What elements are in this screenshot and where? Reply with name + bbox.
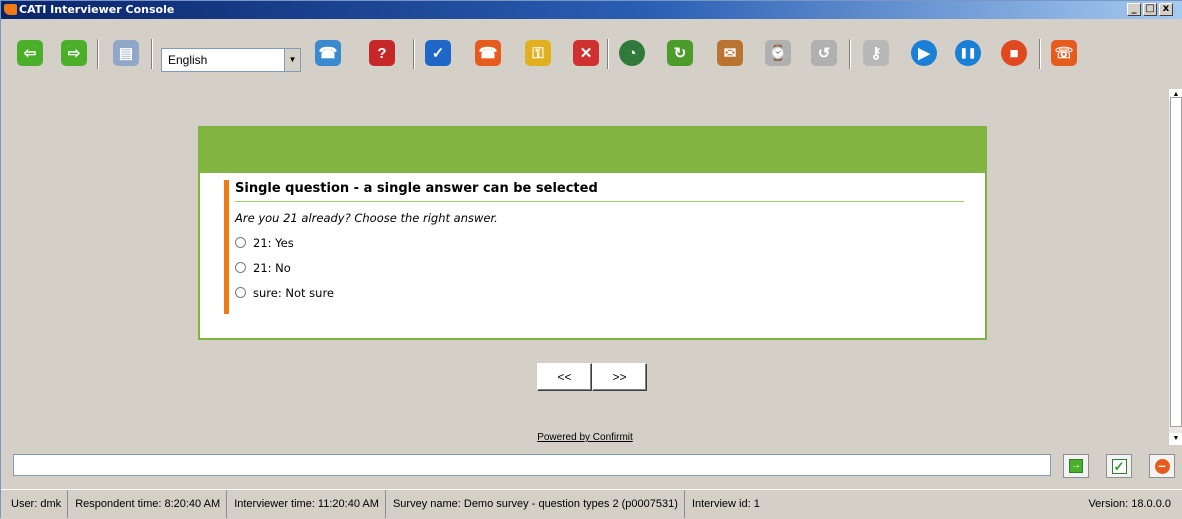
status-interview-id: Interview id: 1 [691,498,760,510]
close-button[interactable]: x [1159,3,1173,16]
option-label: sure: Not sure [253,285,334,300]
document-icon: ▤ [113,40,139,66]
restore-button[interactable]: □ [1143,3,1157,16]
toolbar-separator [151,39,153,69]
next-button[interactable]: >> [592,363,647,391]
language-value: English [168,53,208,67]
window-title: CATI Interviewer Console [19,3,175,16]
question-block: Single question - a single answer can be… [224,180,964,314]
help-skip-icon: ? [369,40,395,66]
pause-button[interactable]: ❚❚ [951,36,985,70]
play-icon: ▶ [911,40,937,66]
hangup-icon: ☎ [475,40,501,66]
spellcheck-button[interactable]: ✓ [421,36,455,70]
answer-option[interactable]: sure: Not sure [235,285,964,300]
language-select[interactable]: English ▼ [161,48,301,72]
question-title: Single question - a single answer can be… [235,181,964,202]
option-label: 21: No [253,260,291,275]
confirm-button[interactable]: ✓ [1106,454,1132,478]
status-interviewer-time: Interviewer time: 11:20:40 AM [234,490,386,518]
schedule-icon: ↻ [667,40,693,66]
stop-button[interactable]: ■ [997,36,1031,70]
scroll-down-icon[interactable]: ▼ [1169,433,1182,445]
app-window: CATI Interviewer Console _ □ x ⇦ ⇨ ▤ ☎? ✓ ☎ ⚿ ✕… [0,0,1182,519]
key-disabled-button[interactable]: ⚷ [859,36,893,70]
status-version: Version: 18.0.0.0 [1088,498,1171,510]
back-icon: ⇦ [17,40,43,66]
phone-settings-button[interactable]: ☏ [1047,36,1081,70]
app-logo-icon [4,4,17,15]
schedule-button[interactable]: ↻ [663,36,697,70]
minimize-button[interactable]: _ [1127,3,1141,16]
phone-settings-icon: ☏ [1051,40,1077,66]
document-button[interactable]: ▤ [109,36,143,70]
scroll-thumb[interactable] [1170,97,1182,427]
previous-button[interactable]: << [537,363,592,391]
minus-circle-icon: – [1154,458,1170,474]
status-survey-name: Survey name: Demo survey - question type… [393,490,685,518]
play-button[interactable]: ▶ [907,36,941,70]
appointment-icon: ⌚ [765,40,791,66]
stop-button[interactable]: – [1149,454,1175,478]
key-button[interactable]: ⚿ [521,36,555,70]
toolbar: ⇦ ⇨ ▤ ☎? ✓ ☎ ⚿ ✕ ◔ ↻ ✉ ⌚ ↺ ⚷ ▶ ❚❚ ■ ☏ English ▼ [1,19,1182,89]
question-text: Are you 21 already? Choose the right ans… [235,211,498,225]
toolbar-separator [413,39,415,69]
timer-button[interactable]: ◔ [615,36,649,70]
answer-option[interactable]: 21: Yes [235,235,964,250]
key-icon: ⚿ [525,40,551,66]
radio-button[interactable] [235,262,246,273]
stop-icon: ■ [1001,40,1027,66]
call-transfer-icon: ☎ [315,40,341,66]
toolbar-separator [849,39,851,69]
toolbar-separator [97,39,99,69]
hangup-button[interactable]: ☎ [471,36,505,70]
toolbar-separator [1039,39,1041,69]
refresh-icon: ↺ [811,40,837,66]
call-transfer-button[interactable]: ☎ [311,36,345,70]
vertical-scrollbar[interactable]: ▲ ▼ [1169,89,1182,445]
mailbox-icon: ✉ [717,40,743,66]
export-icon: → [1069,459,1083,473]
appointment-button[interactable]: ⌚ [761,36,795,70]
forward-icon: ⇨ [61,40,87,66]
radio-button[interactable] [235,237,246,248]
question-panel: Single question - a single answer can be… [198,126,987,340]
toolbar-separator [607,39,609,69]
answer-option[interactable]: 21: No [235,260,964,275]
spellcheck-icon: ✓ [425,40,451,66]
status-user: User: dmk [11,490,69,518]
help-skip-button[interactable]: ? [365,36,399,70]
radio-button[interactable] [235,287,246,298]
option-label: 21: Yes [253,235,294,250]
panel-header [200,128,985,173]
export-button[interactable]: → [1063,454,1089,478]
cancel-icon: ✕ [573,40,599,66]
pause-icon: ❚❚ [955,40,981,66]
command-bar: → ✓ – [1,445,1182,489]
survey-content: Single question - a single answer can be… [1,89,1169,445]
timer-icon: ◔ [619,40,645,66]
navigation-buttons: << >> [537,363,648,391]
key-disabled-icon: ⚷ [863,40,889,66]
status-bar: User: dmk Respondent time: 8:20:40 AM In… [1,489,1182,519]
powered-by-link[interactable]: Powered by Confirmit [1,432,1169,443]
cancel-button[interactable]: ✕ [569,36,603,70]
mailbox-button[interactable]: ✉ [713,36,747,70]
back-button[interactable]: ⇦ [13,36,47,70]
refresh-button[interactable]: ↺ [807,36,841,70]
status-respondent-time: Respondent time: 8:20:40 AM [75,490,228,518]
checkbox-icon: ✓ [1111,458,1127,474]
command-input[interactable] [13,454,1051,476]
chevron-down-icon[interactable]: ▼ [284,49,300,71]
title-bar: CATI Interviewer Console _ □ x [1,1,1182,19]
forward-button[interactable]: ⇨ [57,36,91,70]
